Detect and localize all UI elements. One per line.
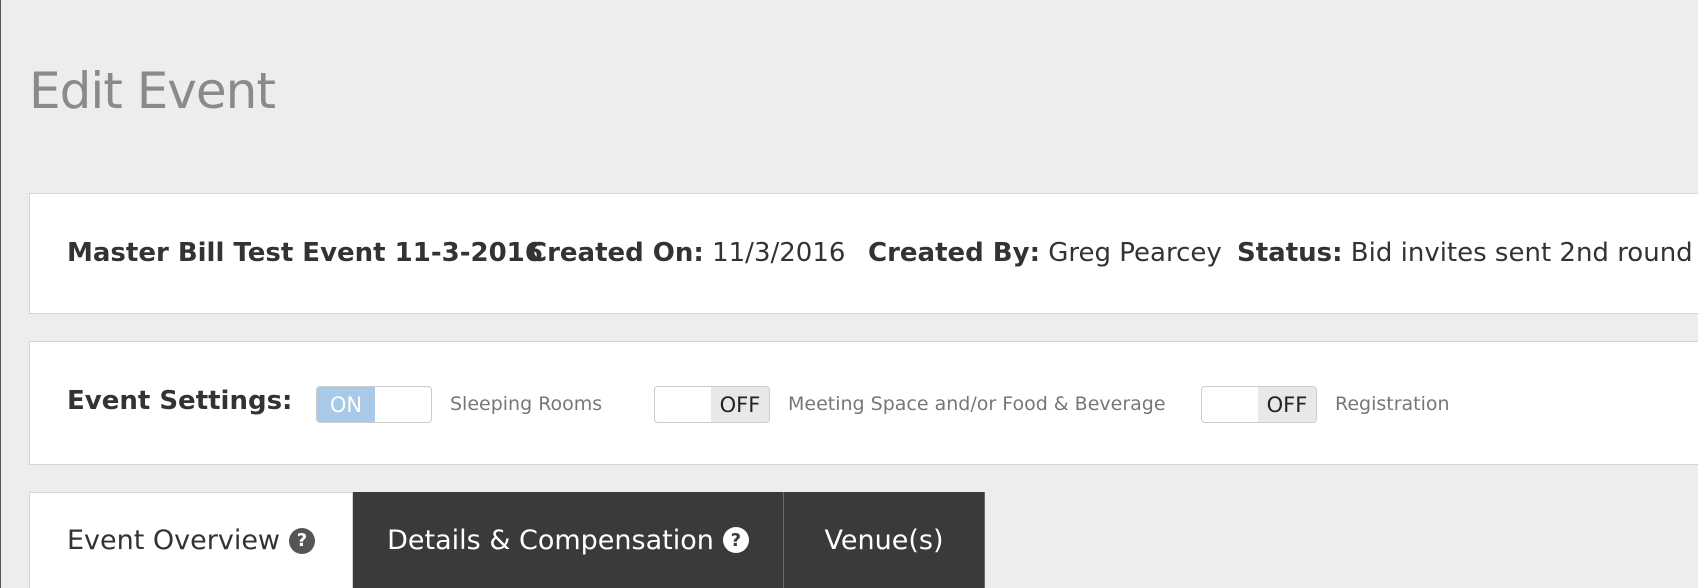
toggle-state: OFF: [1258, 387, 1316, 422]
created-by: Created By: Greg Pearcey: [868, 238, 1222, 268]
registration-label: Registration: [1335, 393, 1450, 415]
registration-toggle[interactable]: OFF: [1201, 386, 1317, 423]
created-on: Created On: 11/3/2016: [528, 238, 845, 268]
tab-label: Venue(s): [824, 524, 944, 556]
event-settings-panel: Event Settings: ON Sleeping Rooms OFF Me…: [29, 341, 1698, 465]
help-icon[interactable]: ?: [289, 527, 316, 554]
tab-venues[interactable]: Venue(s): [784, 492, 985, 588]
tab-label: Details & Compensation: [387, 524, 714, 556]
created-by-label: Created By:: [868, 238, 1040, 268]
tab-details-compensation[interactable]: Details & Compensation ?: [353, 492, 784, 588]
event-info-panel: Master Bill Test Event 11-3-2016 Created…: [29, 193, 1698, 314]
sleeping-rooms-label: Sleeping Rooms: [450, 393, 603, 415]
event-name: Master Bill Test Event 11-3-2016: [67, 238, 543, 268]
meeting-space-toggle[interactable]: OFF: [654, 386, 770, 423]
toggle-state: OFF: [711, 387, 769, 422]
status-value: Bid invites sent 2nd round: [1350, 238, 1693, 268]
meeting-space-label: Meeting Space and/or Food & Beverage: [788, 393, 1166, 415]
event-settings-label: Event Settings:: [67, 386, 293, 416]
created-on-label: Created On:: [528, 238, 704, 268]
tab-label: Event Overview: [66, 525, 281, 556]
page-title: Edit Event: [29, 62, 276, 120]
sleeping-rooms-toggle[interactable]: ON: [316, 386, 432, 423]
status-label: Status:: [1237, 238, 1343, 268]
created-by-value: Greg Pearcey: [1048, 238, 1222, 268]
tab-event-overview[interactable]: Event Overview ?: [29, 492, 353, 588]
toggle-state: ON: [317, 387, 375, 422]
status: Status: Bid invites sent 2nd round: [1237, 238, 1693, 268]
created-on-value: 11/3/2016: [712, 238, 846, 268]
help-icon[interactable]: ?: [722, 527, 749, 553]
